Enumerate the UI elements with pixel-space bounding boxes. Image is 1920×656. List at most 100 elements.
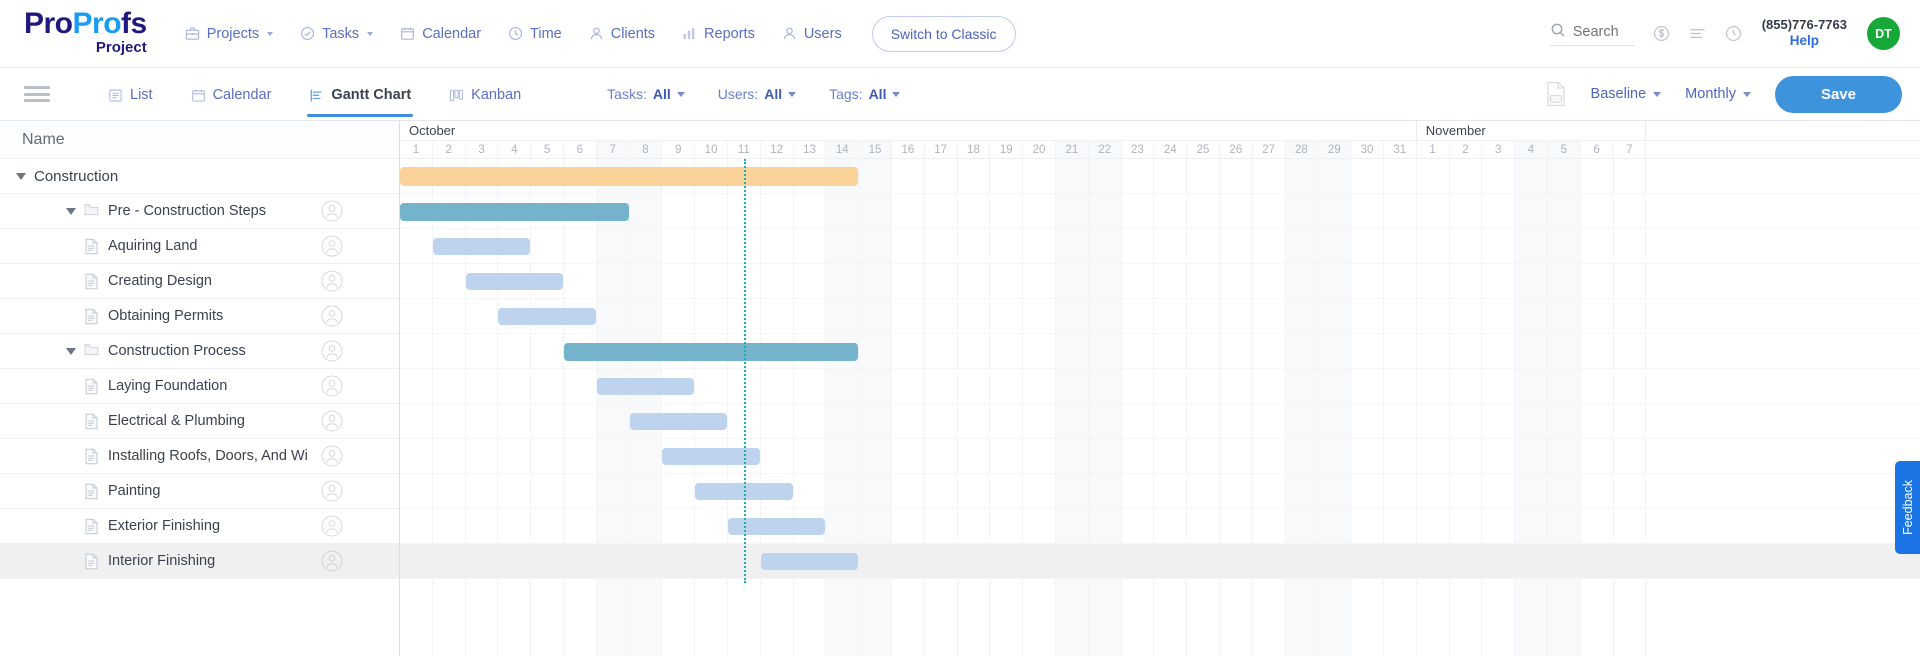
assignee-avatar-placeholder-icon[interactable]	[321, 375, 343, 397]
grid-row-divider	[400, 403, 1920, 404]
grid-column	[662, 159, 696, 656]
table-row[interactable]: Pre - Construction Steps	[0, 194, 399, 229]
assignee-avatar-placeholder-icon[interactable]	[321, 550, 343, 572]
help-link[interactable]: Help	[1762, 33, 1847, 50]
expand-collapse-triangle-icon[interactable]	[16, 172, 26, 180]
task-name: Installing Roofs, Doors, And Wi	[108, 448, 308, 464]
gantt-bar-task[interactable]	[498, 308, 596, 325]
gantt-bar-task[interactable]	[760, 553, 859, 570]
gantt-bar-task[interactable]	[432, 238, 531, 255]
tab-kanban[interactable]: Kanban	[447, 71, 523, 117]
day-label: 21	[1055, 141, 1089, 158]
filter-label-tasks: Tasks:	[607, 86, 647, 102]
avatar[interactable]: DT	[1867, 17, 1900, 50]
expand-collapse-triangle-icon[interactable]	[66, 347, 76, 355]
table-row[interactable]: Creating Design	[0, 264, 399, 299]
day-label: 23	[1122, 141, 1155, 158]
task-name: Aquiring Land	[108, 238, 198, 254]
assignee-avatar-placeholder-icon[interactable]	[321, 235, 343, 257]
filter-users[interactable]: Users: All	[717, 86, 797, 102]
day-label: 15	[859, 141, 892, 158]
assignee-avatar-placeholder-icon[interactable]	[321, 445, 343, 467]
grid-column	[990, 159, 1024, 656]
clock-circle-icon[interactable]	[1724, 24, 1743, 43]
day-label: 12	[761, 141, 794, 158]
table-row[interactable]: Aquiring Land	[0, 229, 399, 264]
grid-column	[433, 159, 466, 656]
assignee-avatar-placeholder-icon[interactable]	[321, 480, 343, 502]
assignee-avatar-placeholder-icon[interactable]	[321, 270, 343, 292]
assignee-avatar-placeholder-icon[interactable]	[321, 410, 343, 432]
day-label: 6	[1581, 141, 1614, 158]
hamburger-menu-icon[interactable]	[24, 83, 50, 106]
nav-item-calendar[interactable]: Calendar	[400, 26, 481, 42]
grid-column	[925, 159, 958, 656]
tab-calendar[interactable]: Calendar	[189, 71, 274, 117]
phone-number: (855)776-7763	[1761, 16, 1847, 32]
grid-column	[1417, 159, 1450, 656]
filter-tags[interactable]: Tags: All	[829, 86, 901, 102]
month-label-october: October	[400, 121, 1417, 140]
baseline-dropdown[interactable]: Baseline	[1591, 86, 1662, 102]
day-label: 9	[662, 141, 696, 158]
task-name: Painting	[108, 483, 161, 499]
dollar-circle-icon[interactable]	[1652, 24, 1671, 43]
feedback-tab[interactable]: Feedback	[1895, 461, 1920, 554]
gantt-bar-group[interactable]	[400, 202, 629, 221]
csv-export-icon[interactable]: CSV	[1545, 81, 1567, 107]
assignee-avatar-placeholder-icon[interactable]	[321, 340, 343, 362]
list-lines-icon[interactable]	[1688, 24, 1707, 43]
gantt-bar-group[interactable]	[564, 342, 859, 361]
nav-item-users[interactable]: Users	[782, 26, 842, 42]
switch-to-classic-button[interactable]: Switch to Classic	[871, 15, 1016, 52]
clock-icon	[508, 26, 523, 41]
search-box[interactable]	[1549, 22, 1635, 46]
filter-label-users: Users:	[717, 86, 759, 102]
nav-item-time[interactable]: Time	[508, 26, 562, 42]
nav-label-reports: Reports	[704, 25, 755, 42]
filter-value-tasks: All	[652, 86, 671, 102]
tab-list[interactable]: List	[106, 71, 155, 117]
nav-item-projects[interactable]: Projects	[185, 26, 274, 42]
nav-item-clients[interactable]: Clients	[589, 26, 655, 42]
filter-tasks[interactable]: Tasks: All	[607, 86, 685, 102]
assignee-avatar-placeholder-icon[interactable]	[321, 305, 343, 327]
gantt-bar-task[interactable]	[728, 518, 826, 535]
gantt-timeline-pane[interactable]: October November 1 2 3 4 5 6 7 8 9 10 11 12 13 14 15 16 1…	[400, 121, 1920, 656]
table-row[interactable]: Construction Process	[0, 334, 399, 369]
search-input[interactable]	[1572, 24, 1635, 40]
grid-column	[1220, 159, 1253, 656]
gantt-bar-task[interactable]	[596, 378, 695, 395]
table-row[interactable]: Painting	[0, 474, 399, 509]
filter-value-users: All	[764, 86, 783, 102]
nav-item-tasks[interactable]: Tasks	[300, 26, 374, 42]
expand-collapse-triangle-icon[interactable]	[66, 207, 76, 215]
assignee-avatar-placeholder-icon[interactable]	[321, 515, 343, 537]
table-row[interactable]: Obtaining Permits	[0, 299, 399, 334]
tab-gantt-chart[interactable]: Gantt Chart	[307, 71, 413, 117]
table-row[interactable]: Exterior Finishing	[0, 509, 399, 544]
day-label: 18	[958, 141, 991, 158]
assignee-avatar-placeholder-icon[interactable]	[321, 200, 343, 222]
table-row[interactable]: Laying Foundation	[0, 369, 399, 404]
doc-icon	[84, 378, 99, 395]
gantt-bar-project[interactable]	[400, 167, 859, 186]
zoom-level-dropdown[interactable]: Monthly	[1685, 86, 1751, 102]
grid-column	[1154, 159, 1188, 656]
chevron-down-icon	[1653, 91, 1662, 97]
table-row[interactable]: Electrical & Plumbing	[0, 404, 399, 439]
table-row[interactable]: Interior Finishing	[0, 544, 399, 579]
save-button[interactable]: Save	[1774, 75, 1902, 113]
day-label: 4	[498, 141, 532, 158]
chevron-down-icon	[367, 31, 374, 36]
gantt-bar-task[interactable]	[465, 273, 563, 290]
nav-item-reports[interactable]: Reports	[682, 26, 755, 42]
today-marker-line	[744, 159, 747, 583]
timeline-grid[interactable]	[400, 159, 1920, 656]
phone-help-block: (855)776-7763 Help	[1762, 17, 1847, 50]
proprofs-logo[interactable]: ProProfs Project	[24, 9, 147, 58]
table-row[interactable]: Installing Roofs, Doors, And Wi	[0, 439, 399, 474]
gantt-bar-task[interactable]	[629, 413, 727, 430]
table-row[interactable]: Construction	[0, 159, 399, 194]
chevron-down-icon	[892, 91, 901, 97]
